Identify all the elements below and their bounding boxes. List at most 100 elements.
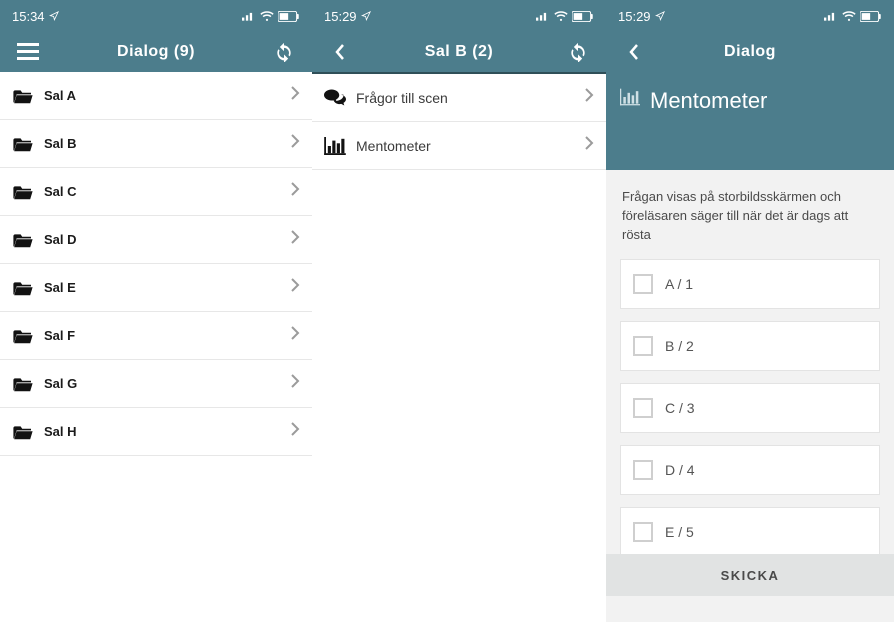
list-item-label: Sal G (44, 376, 290, 391)
nav-bar: Dialog (606, 32, 894, 72)
back-button[interactable] (322, 43, 358, 61)
chevron-right-icon (290, 229, 300, 245)
checkbox-icon[interactable] (633, 336, 653, 356)
dialog-list: Sal A Sal B Sal C Sal D Sal E (0, 72, 312, 456)
hero-title: Mentometer (650, 88, 767, 114)
list-item-label: Mentometer (356, 138, 584, 154)
folder-open-icon (13, 184, 33, 200)
chevron-right-icon (584, 135, 594, 151)
nav-title: Dialog (9) (46, 43, 266, 61)
location-icon (49, 11, 59, 21)
back-button[interactable] (616, 43, 652, 61)
status-time: 15:29 (324, 9, 357, 24)
module-list: Frågor till scen Mentometer (312, 74, 606, 170)
chevron-right-icon (290, 277, 300, 293)
nav-bar: Dialog (9) (0, 32, 312, 72)
folder-open-icon (13, 376, 33, 392)
list-item[interactable]: Sal A (0, 72, 312, 120)
folder-open-icon (13, 424, 33, 440)
wifi-icon (554, 11, 568, 21)
location-icon (655, 11, 665, 21)
options-list: A / 1 B / 2 C / 3 D / 4 E / 5 (606, 259, 894, 557)
screen-dialog-list: 15:34 Dialog (9) Sal A (0, 0, 312, 622)
checkbox-icon[interactable] (633, 274, 653, 294)
screen-mentometer: 15:29 Dialog Mentometer Frågan visas på … (606, 0, 894, 622)
option-row[interactable]: E / 5 (620, 507, 880, 557)
chevron-left-icon (628, 43, 640, 61)
checkbox-icon[interactable] (633, 522, 653, 542)
helper-text: Frågan visas på storbildsskärmen och för… (606, 170, 894, 259)
list-item-mentometer[interactable]: Mentometer (312, 122, 606, 170)
wifi-icon (260, 11, 274, 21)
chevron-right-icon (290, 85, 300, 101)
folder-open-icon (13, 280, 33, 296)
signal-icon (242, 11, 256, 21)
list-item-label: Sal C (44, 184, 290, 199)
status-indicators (536, 11, 594, 22)
list-item-label: Sal F (44, 328, 290, 343)
list-item-label: Sal E (44, 280, 290, 295)
folder-open-icon (13, 232, 33, 248)
status-time: 15:29 (618, 9, 651, 24)
list-item-label: Sal A (44, 88, 290, 103)
wifi-icon (842, 11, 856, 21)
list-item[interactable]: Sal E (0, 264, 312, 312)
screen-sal-b: 15:29 Sal B (2) (312, 0, 606, 622)
refresh-icon (274, 42, 294, 62)
folder-open-icon (13, 328, 33, 344)
chevron-right-icon (290, 373, 300, 389)
hamburger-icon (17, 43, 39, 61)
list-item[interactable]: Sal C (0, 168, 312, 216)
list-item[interactable]: Sal D (0, 216, 312, 264)
battery-icon (572, 11, 594, 22)
chevron-right-icon (290, 133, 300, 149)
hero-header: Mentometer (606, 72, 894, 170)
list-item[interactable]: Sal F (0, 312, 312, 360)
option-row[interactable]: A / 1 (620, 259, 880, 309)
list-item[interactable]: Sal H (0, 408, 312, 456)
nav-bar: Sal B (2) (312, 32, 606, 72)
option-label: D / 4 (665, 462, 695, 478)
option-row[interactable]: B / 2 (620, 321, 880, 371)
folder-open-icon (13, 88, 33, 104)
signal-icon (536, 11, 550, 21)
refresh-icon (568, 42, 588, 62)
status-bar: 15:29 (312, 0, 606, 32)
option-label: B / 2 (665, 338, 694, 354)
submit-button[interactable]: SKICKA (606, 554, 894, 596)
menu-button[interactable] (10, 43, 46, 61)
option-label: A / 1 (665, 276, 693, 292)
signal-icon (824, 11, 838, 21)
chevron-right-icon (584, 87, 594, 103)
nav-title: Dialog (652, 43, 848, 61)
submit-label: SKICKA (721, 568, 780, 583)
option-label: C / 3 (665, 400, 695, 416)
chevron-right-icon (290, 421, 300, 437)
bar-chart-icon (620, 88, 640, 106)
status-indicators (824, 11, 882, 22)
list-item-label: Frågor till scen (356, 90, 584, 106)
status-bar: 15:34 (0, 0, 312, 32)
list-item-label: Sal D (44, 232, 290, 247)
list-item[interactable]: Sal B (0, 120, 312, 168)
chevron-right-icon (290, 325, 300, 341)
chevron-left-icon (334, 43, 346, 61)
nav-title: Sal B (2) (358, 43, 560, 61)
option-row[interactable]: D / 4 (620, 445, 880, 495)
folder-open-icon (13, 136, 33, 152)
list-item[interactable]: Sal G (0, 360, 312, 408)
location-icon (361, 11, 371, 21)
status-time: 15:34 (12, 9, 45, 24)
refresh-button[interactable] (560, 42, 596, 62)
status-bar: 15:29 (606, 0, 894, 32)
refresh-button[interactable] (266, 42, 302, 62)
bar-chart-icon (324, 137, 346, 155)
battery-icon (278, 11, 300, 22)
option-row[interactable]: C / 3 (620, 383, 880, 433)
list-item-label: Sal H (44, 424, 290, 439)
checkbox-icon[interactable] (633, 398, 653, 418)
chevron-right-icon (290, 181, 300, 197)
checkbox-icon[interactable] (633, 460, 653, 480)
list-item-questions[interactable]: Frågor till scen (312, 74, 606, 122)
status-indicators (242, 11, 300, 22)
